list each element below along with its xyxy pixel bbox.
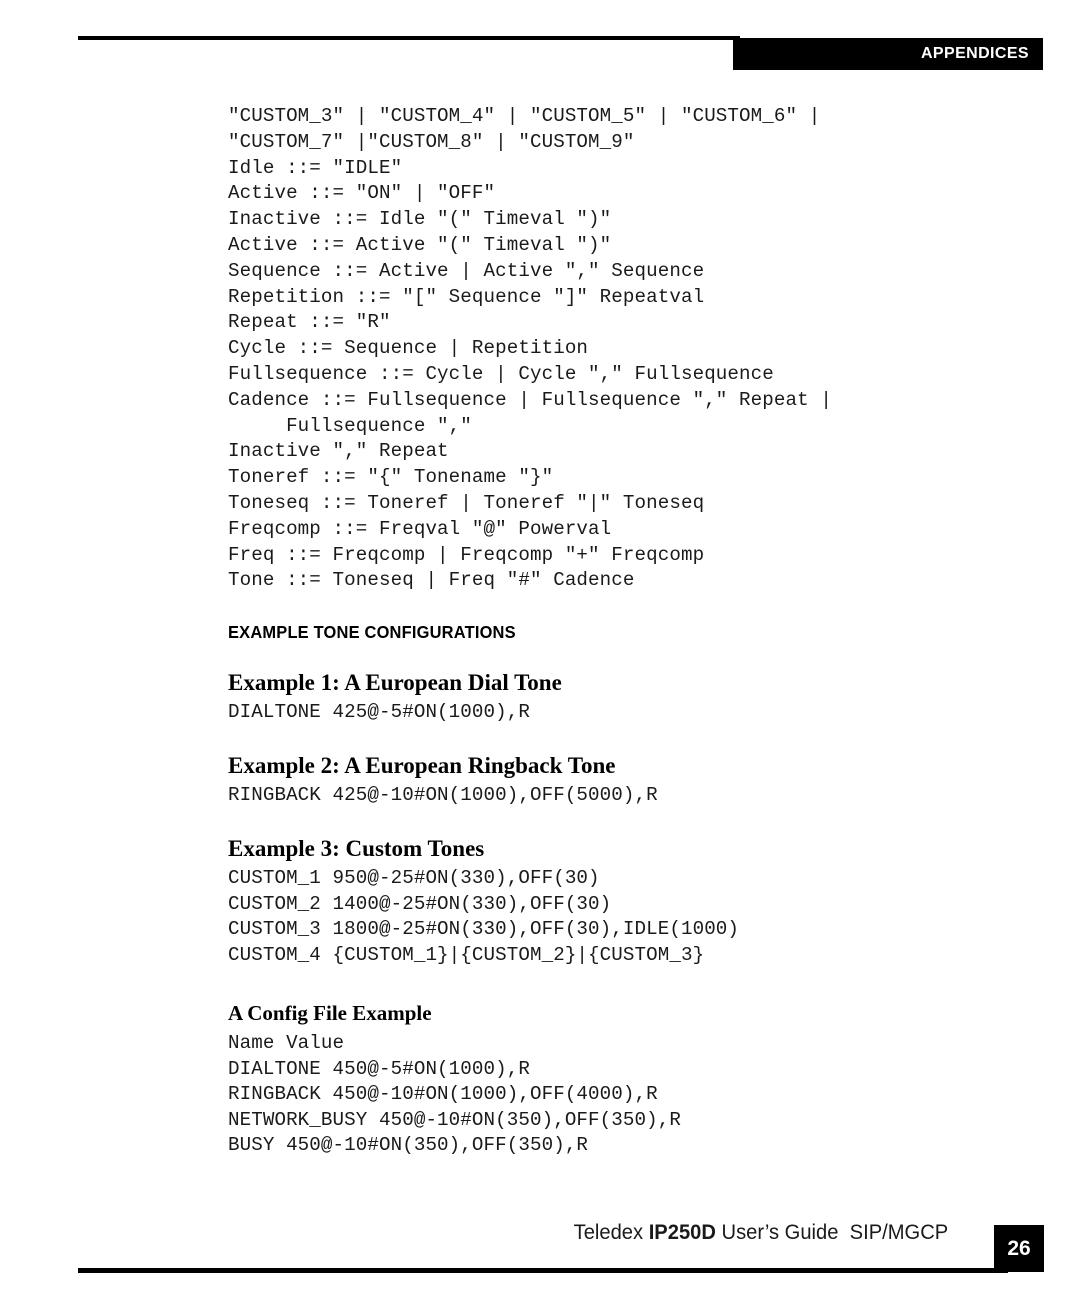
example-1-heading: Example 1: A European Dial Tone <box>228 670 562 696</box>
appendices-tab-label: APPENDICES <box>920 45 1029 62</box>
footer-model: IP250D <box>648 1221 716 1244</box>
example-2-block: Example 2: A European Ringback Tone RING… <box>228 752 988 809</box>
footer-guide-title: Teledex IP250D User’s Guide SIP/MGCP <box>573 1218 948 1248</box>
page-header: APPENDICES <box>0 0 1080 80</box>
example-1-code: DIALTONE 425@-5#ON(1000),R <box>228 701 530 724</box>
config-file-example-block: A Config File Example Name Value DIALTON… <box>228 999 988 1159</box>
page-content: "CUSTOM_3" | "CUSTOM_4" | "CUSTOM_5" | "… <box>228 104 988 1159</box>
footer-guide-label: User’s Guide SIP/MGCP <box>715 1221 948 1244</box>
tone-grammar-code-block: "CUSTOM_3" | "CUSTOM_4" | "CUSTOM_5" | "… <box>228 105 832 592</box>
header-divider-rule <box>78 36 740 40</box>
page-footer: Teledex IP250D User’s Guide SIP/MGCP <box>0 1218 1080 1308</box>
footer-divider-rule <box>78 1268 1008 1273</box>
section-heading-container: EXAMPLE TONE CONFIGURATIONS <box>228 622 988 643</box>
example-3-heading: Example 3: Custom Tones <box>228 835 485 861</box>
page-number-label: 26 <box>1007 1237 1031 1260</box>
example-2-code: RINGBACK 425@-10#ON(1000),OFF(5000),R <box>228 783 658 806</box>
example-3-block: Example 3: Custom Tones CUSTOM_1 950@-25… <box>228 835 988 969</box>
example-1-block: Example 1: A European Dial Tone DIALTONE… <box>228 669 988 726</box>
appendices-tab: APPENDICES <box>733 38 1043 70</box>
footer-brand: Teledex <box>573 1221 649 1244</box>
config-file-example-heading: A Config File Example <box>228 1000 432 1025</box>
config-file-example-code: Name Value DIALTONE 450@-5#ON(1000),R RI… <box>228 1031 681 1157</box>
example-2-heading: Example 2: A European Ringback Tone <box>228 752 616 778</box>
section-heading-example-tone-configurations: EXAMPLE TONE CONFIGURATIONS <box>228 622 516 643</box>
example-3-code: CUSTOM_1 950@-25#ON(330),OFF(30) CUSTOM_… <box>228 866 740 967</box>
page-number-box: 26 <box>994 1225 1044 1272</box>
